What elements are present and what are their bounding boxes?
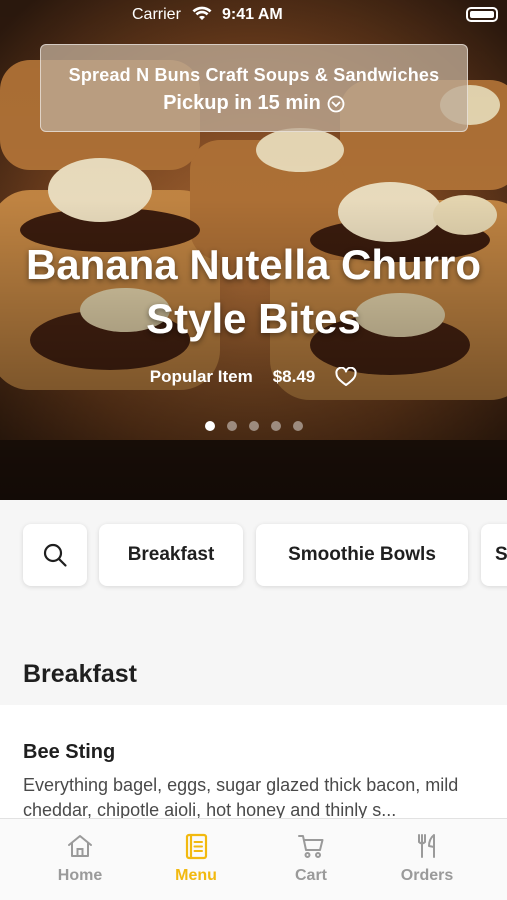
search-button[interactable] [23,524,87,586]
carousel-pager[interactable] [0,421,507,431]
menu-item-name: Bee Sting [23,741,116,763]
hero-meta: Popular Item $8.49 [0,367,507,387]
battery-icon [466,7,498,22]
hero-title-line1: Banana Nutella Churro [25,241,482,288]
store-info-card[interactable]: Spread N Buns Craft Soups & Sandwiches P… [40,44,468,132]
category-pill-next[interactable]: S [481,524,507,586]
tab-orders-label: Orders [400,867,454,884]
heart-icon[interactable] [335,367,357,387]
hero-item-title[interactable]: Banana Nutella Churro Style Bites [0,238,507,346]
tab-cart-label: Cart [294,867,327,884]
search-icon [43,543,67,567]
pager-dot[interactable] [248,421,259,431]
menu-item-card[interactable]: Bee Sting Everything bagel, eggs, sugar … [0,705,507,825]
pickup-label: Pickup in 15 min [163,92,321,114]
pager-dot[interactable] [270,421,281,431]
menu-book-icon [185,833,208,860]
popular-tag: Popular Item [149,367,253,386]
tab-orders[interactable]: Orders [372,831,482,885]
menu-item-description: Everything bagel, eggs, sugar glazed thi… [23,775,459,820]
clock: 9:41 AM [222,6,283,23]
home-icon [68,835,92,857]
tab-cart[interactable]: Cart [256,831,366,885]
pickup-time-selector[interactable]: Pickup in 15 min [163,92,345,115]
hero-price: $8.49 [272,367,316,386]
category-pill-smoothie-bowls[interactable]: Smoothie Bowls [256,524,468,586]
hero-title-line2: Style Bites [146,295,361,342]
chevron-circle-down-icon [327,95,345,112]
bottom-tab-bar: Home Menu Cart Orders [0,818,507,900]
category-pill-breakfast[interactable]: Breakfast [99,524,243,586]
tab-home-label: Home [57,867,103,884]
section-header: Breakfast [0,640,507,705]
pager-dot[interactable] [204,421,215,431]
tab-home[interactable]: Home [25,831,135,885]
fork-knife-icon [418,834,435,858]
section-title: Breakfast [23,660,137,688]
wifi-icon [192,6,212,20]
tab-menu[interactable]: Menu [141,831,251,885]
status-bar: Carrier 9:41 AM [0,0,507,30]
category-scroller[interactable]: Breakfast Smoothie Bowls S [0,500,507,618]
pager-dot[interactable] [292,421,303,431]
hero-banner[interactable]: Carrier 9:41 AM Spread N Buns Craft Soup… [0,0,507,500]
store-name: Spread N Buns Craft Soups & Sandwiches [68,65,440,85]
pager-dot[interactable] [226,421,237,431]
cart-icon [298,835,324,858]
tab-menu-label: Menu [175,867,217,884]
carrier-label: Carrier [132,6,181,23]
